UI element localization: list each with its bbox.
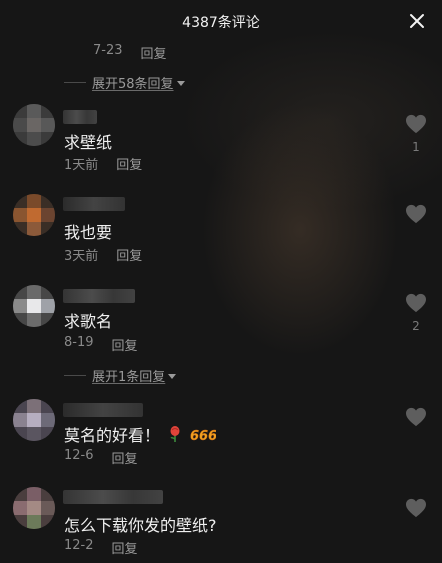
666-emoji: 666 bbox=[190, 427, 218, 447]
comment-meta: 12-6 回复 bbox=[64, 448, 138, 467]
like-count: 2 bbox=[412, 319, 420, 333]
close-icon[interactable] bbox=[408, 12, 426, 30]
expand-replies-label[interactable]: 展开1条回复 bbox=[92, 366, 165, 385]
heart-icon[interactable] bbox=[405, 114, 427, 134]
divider-line bbox=[64, 82, 86, 83]
comment-meta: 3天前 回复 bbox=[64, 245, 142, 264]
comment-text: 求歌名 bbox=[64, 312, 113, 331]
username-blurred[interactable] bbox=[63, 197, 125, 211]
comments-count-title: 4387条评论 bbox=[182, 15, 260, 31]
heart-icon[interactable] bbox=[405, 293, 427, 313]
rose-emoji bbox=[166, 425, 184, 447]
expand-replies-label[interactable]: 展开58条回复 bbox=[92, 73, 174, 92]
reply-button[interactable]: 回复 bbox=[112, 538, 138, 557]
avatar[interactable] bbox=[13, 487, 55, 529]
heart-icon[interactable] bbox=[405, 407, 427, 427]
username-blurred[interactable] bbox=[63, 110, 97, 124]
comment-date: 3天前 bbox=[64, 249, 99, 264]
expand-replies[interactable]: 展开1条回复 bbox=[64, 366, 177, 385]
avatar[interactable] bbox=[13, 399, 55, 441]
comments-header: 4387条评论 bbox=[0, 0, 442, 42]
heart-icon[interactable] bbox=[405, 498, 427, 518]
reply-button[interactable]: 回复 bbox=[116, 154, 142, 173]
comment-date: 1天前 bbox=[64, 158, 99, 173]
like-count: 1 bbox=[412, 140, 420, 154]
avatar[interactable] bbox=[13, 194, 55, 236]
comment-meta: 12-2 回复 bbox=[64, 538, 138, 557]
heart-icon[interactable] bbox=[405, 204, 427, 224]
reply-button[interactable]: 回复 bbox=[141, 43, 167, 62]
comment-text: 莫名的好看！ 666 bbox=[64, 422, 218, 447]
like-button[interactable] bbox=[402, 498, 430, 524]
expand-replies[interactable]: 展开58条回复 bbox=[64, 73, 185, 92]
comment-text: 求壁纸 bbox=[64, 133, 113, 152]
comment-text: 怎么下载你发的壁纸? bbox=[64, 516, 217, 535]
caret-down-icon bbox=[176, 80, 185, 86]
like-button[interactable]: 2 bbox=[402, 293, 430, 333]
avatar[interactable] bbox=[13, 104, 55, 146]
like-button[interactable] bbox=[402, 204, 430, 230]
reply-button[interactable]: 回复 bbox=[112, 448, 138, 467]
username-blurred[interactable] bbox=[63, 289, 135, 303]
comment-date: 7-23 bbox=[93, 43, 123, 58]
reply-button[interactable]: 回复 bbox=[116, 245, 142, 264]
like-button[interactable]: 1 bbox=[402, 114, 430, 154]
caret-down-icon bbox=[168, 373, 177, 379]
avatar[interactable] bbox=[13, 285, 55, 327]
svg-text:666: 666 bbox=[190, 429, 216, 443]
comment-text-content: 莫名的好看！ bbox=[64, 426, 161, 445]
comment-meta: 1天前 回复 bbox=[64, 154, 142, 173]
comment-date: 8-19 bbox=[64, 335, 94, 350]
reply-button[interactable]: 回复 bbox=[112, 335, 138, 354]
comment-text: 我也要 bbox=[64, 223, 113, 242]
like-button[interactable] bbox=[402, 407, 430, 433]
comment-meta: 7-23 回复 bbox=[93, 43, 167, 62]
username-blurred[interactable] bbox=[63, 490, 163, 504]
divider-line bbox=[64, 375, 86, 376]
comment-date: 12-6 bbox=[64, 448, 94, 463]
comment-date: 12-2 bbox=[64, 538, 94, 553]
username-blurred[interactable] bbox=[63, 403, 143, 417]
comment-meta: 8-19 回复 bbox=[64, 335, 138, 354]
